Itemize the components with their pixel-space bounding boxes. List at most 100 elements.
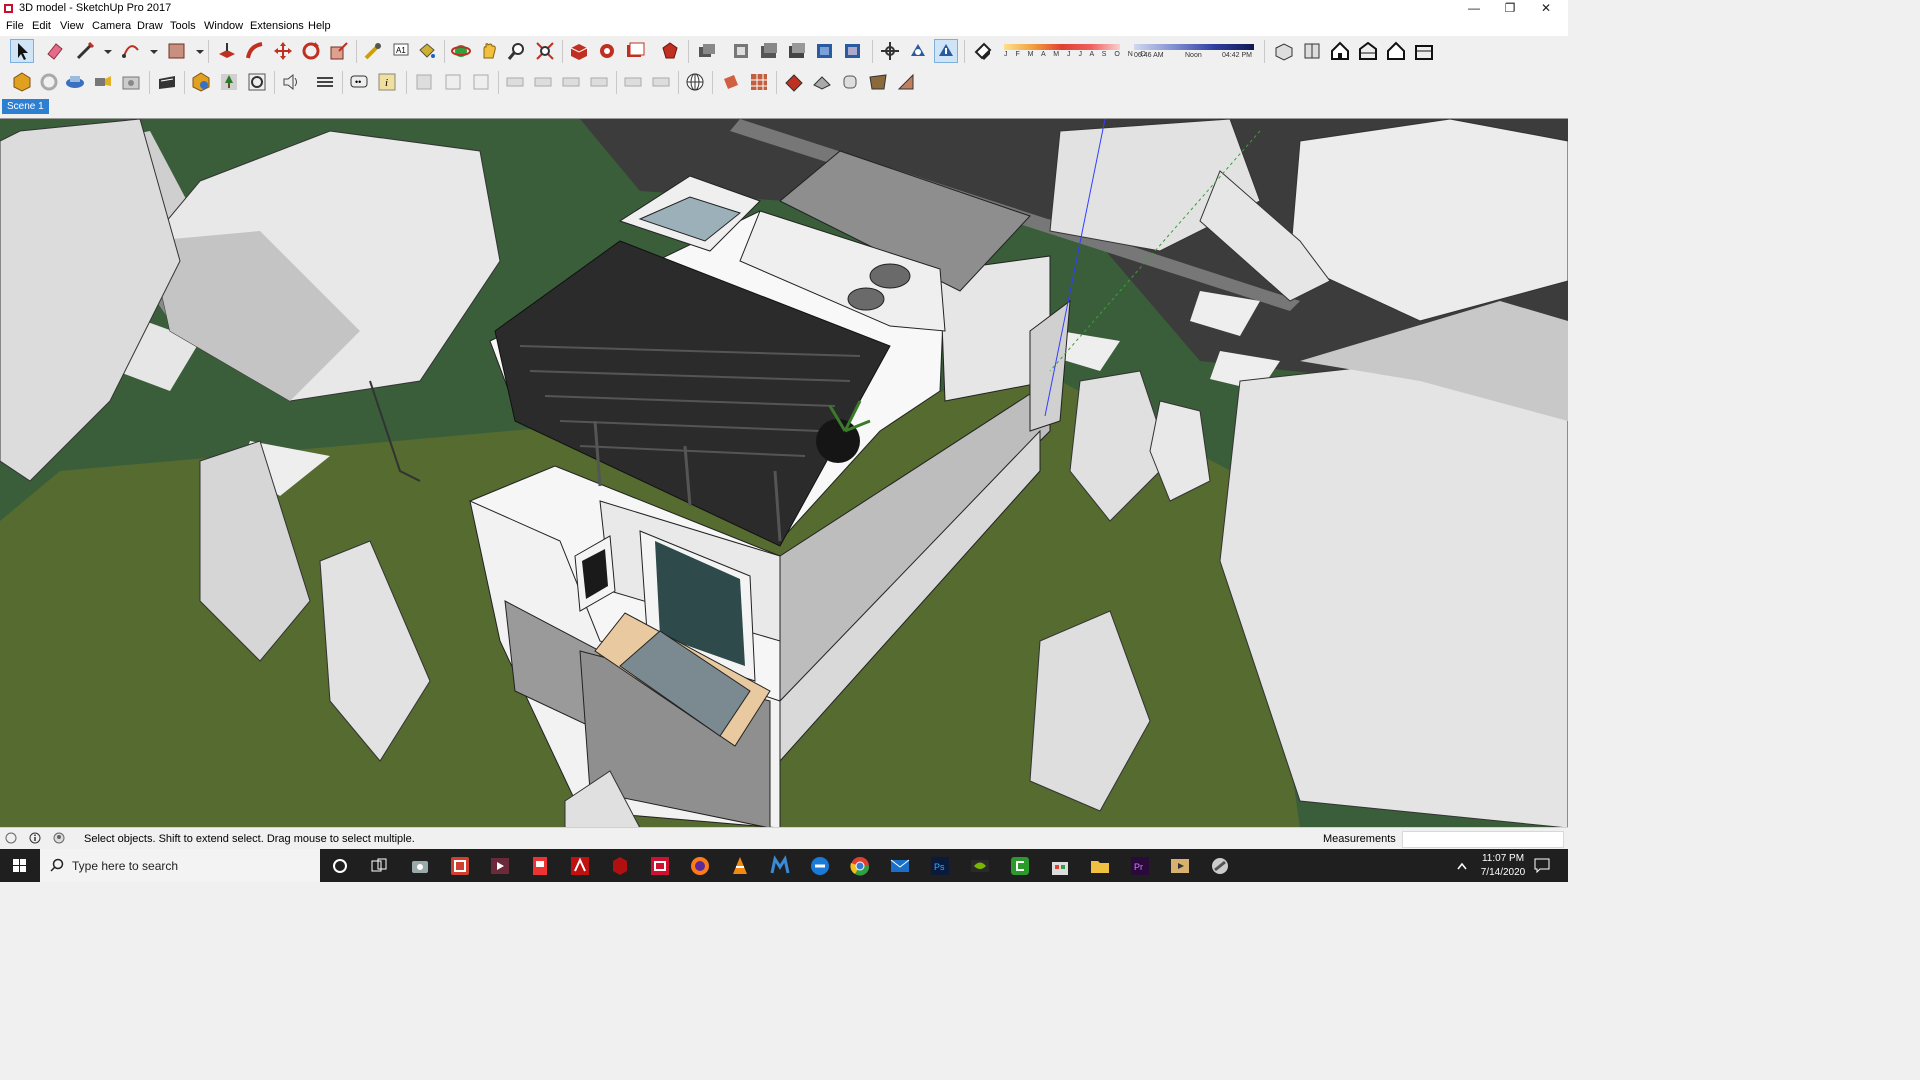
sandbox-icon[interactable]: [38, 71, 60, 93]
arc-dropdown-icon[interactable]: [143, 40, 158, 62]
stamp-icon[interactable]: [442, 71, 464, 93]
iso-view-icon[interactable]: [1273, 40, 1295, 62]
scale-icon[interactable]: [328, 40, 350, 62]
shadows-toggle-icon[interactable]: [934, 39, 958, 63]
sandbox-flip-icon[interactable]: [783, 71, 805, 93]
tape-measure-icon[interactable]: [362, 40, 384, 62]
toggle-terrain-icon[interactable]: [814, 40, 836, 62]
top-view-icon[interactable]: [1301, 40, 1323, 62]
follow-me-icon[interactable]: [244, 40, 266, 62]
menu-tools[interactable]: Tools: [170, 20, 196, 32]
photoshop-icon[interactable]: Ps: [929, 855, 951, 877]
rotate-icon[interactable]: [300, 40, 322, 62]
xray-icon[interactable]: [190, 71, 212, 93]
push-pull-icon[interactable]: [216, 40, 238, 62]
mail-m-icon[interactable]: [769, 855, 791, 877]
sandbox-smoove-icon[interactable]: [811, 71, 833, 93]
rectangle-icon[interactable]: [166, 40, 188, 62]
back-view-icon[interactable]: [1385, 40, 1407, 62]
advanced-camera-icon[interactable]: [120, 71, 142, 93]
orbit-icon[interactable]: [450, 40, 472, 62]
eraser-icon[interactable]: [44, 40, 66, 62]
file-explorer-icon[interactable]: [1089, 855, 1111, 877]
sandbox-stamp-icon[interactable]: [839, 71, 861, 93]
menu-edit[interactable]: Edit: [32, 20, 51, 32]
front-view-icon[interactable]: [1329, 40, 1351, 62]
menu-help[interactable]: Help: [308, 20, 331, 32]
select-icon[interactable]: [10, 39, 34, 63]
paint-bucket-icon[interactable]: [416, 40, 438, 62]
autocad-icon[interactable]: [609, 855, 631, 877]
pdf-app-icon[interactable]: [529, 855, 551, 877]
style-builder-icon[interactable]: [730, 40, 752, 62]
geo-location-icon[interactable]: [684, 71, 706, 93]
styles-icon[interactable]: [246, 71, 268, 93]
media-player-icon[interactable]: [1169, 855, 1191, 877]
menu-file[interactable]: File: [6, 20, 24, 32]
left-view-icon[interactable]: [1413, 40, 1435, 62]
adobe-app-icon[interactable]: [449, 855, 471, 877]
hide-icon[interactable]: [560, 71, 582, 93]
cortana-icon[interactable]: [329, 855, 351, 877]
right-view-icon[interactable]: [1357, 40, 1379, 62]
text-icon[interactable]: A1: [390, 40, 412, 62]
taskbar-search[interactable]: Type here to search: [40, 849, 320, 882]
rectangle-dropdown-icon[interactable]: [189, 40, 204, 62]
nvidia-icon[interactable]: [969, 855, 991, 877]
sketchup-viewer-icon[interactable]: [1209, 855, 1231, 877]
model-info-icon[interactable]: [280, 71, 302, 93]
camera-match-icon[interactable]: [720, 71, 742, 93]
section-plane-icon[interactable]: [92, 71, 114, 93]
zoom-icon[interactable]: [506, 40, 528, 62]
start-button[interactable]: [0, 849, 40, 882]
move-icon[interactable]: [272, 40, 294, 62]
drape-icon[interactable]: [470, 71, 492, 93]
mail-icon[interactable]: [889, 855, 911, 877]
tray-chevron-up-icon[interactable]: [1456, 861, 1468, 871]
smoove-icon[interactable]: [413, 71, 435, 93]
position-camera-icon[interactable]: [842, 40, 864, 62]
dynamic-components-icon[interactable]: [64, 71, 86, 93]
premiere-icon[interactable]: Pr: [1129, 855, 1151, 877]
geolocation-status-icon[interactable]: [5, 832, 17, 844]
vlc-icon[interactable]: [729, 855, 751, 877]
zoom-extents-icon[interactable]: [534, 40, 556, 62]
walk-icon[interactable]: [879, 40, 901, 62]
add-location-icon[interactable]: [786, 40, 808, 62]
preferences-icon[interactable]: [218, 71, 240, 93]
components-icon[interactable]: [696, 40, 718, 62]
system-clock[interactable]: 11:07 PM 7/14/2020: [1474, 852, 1532, 880]
acrobat-icon[interactable]: [569, 855, 591, 877]
extension-warehouse-icon[interactable]: [596, 40, 618, 62]
solid-tools-icon[interactable]: [11, 71, 33, 93]
scene-tab[interactable]: Scene 1: [2, 99, 49, 114]
menu-draw[interactable]: Draw: [137, 20, 163, 32]
entity-info-icon[interactable]: [314, 71, 336, 93]
camtasia-icon[interactable]: [1009, 855, 1031, 877]
previous-view-icon[interactable]: [622, 71, 644, 93]
menu-view[interactable]: View: [60, 20, 84, 32]
texture-position-icon[interactable]: [748, 71, 770, 93]
sandbox-from-contours-icon[interactable]: ••: [348, 71, 370, 93]
menu-camera[interactable]: Camera: [92, 20, 131, 32]
chrome-icon[interactable]: [849, 855, 871, 877]
sandbox-drape-icon[interactable]: [867, 71, 889, 93]
edge-icon[interactable]: [809, 855, 831, 877]
sandbox-from-scratch-icon[interactable]: i: [376, 71, 398, 93]
store-icon[interactable]: [1049, 855, 1071, 877]
task-view-icon[interactable]: [368, 855, 390, 877]
line-icon[interactable]: [74, 40, 96, 62]
shadow-date-slider[interactable]: [1004, 44, 1120, 50]
menu-window[interactable]: Window: [204, 20, 243, 32]
extension-manager-icon[interactable]: [659, 40, 681, 62]
unhide-icon[interactable]: [588, 71, 610, 93]
line-dropdown-icon[interactable]: [97, 40, 112, 62]
user-account-icon[interactable]: [53, 832, 65, 844]
get-photo-texture-icon[interactable]: [758, 40, 780, 62]
shadow-settings-icon[interactable]: [972, 40, 994, 62]
firefox-icon[interactable]: [689, 855, 711, 877]
restore-icon[interactable]: ❐: [1492, 0, 1528, 18]
video-app-icon[interactable]: [489, 855, 511, 877]
3d-warehouse-icon[interactable]: [568, 40, 590, 62]
flip-edge-icon[interactable]: [532, 71, 554, 93]
